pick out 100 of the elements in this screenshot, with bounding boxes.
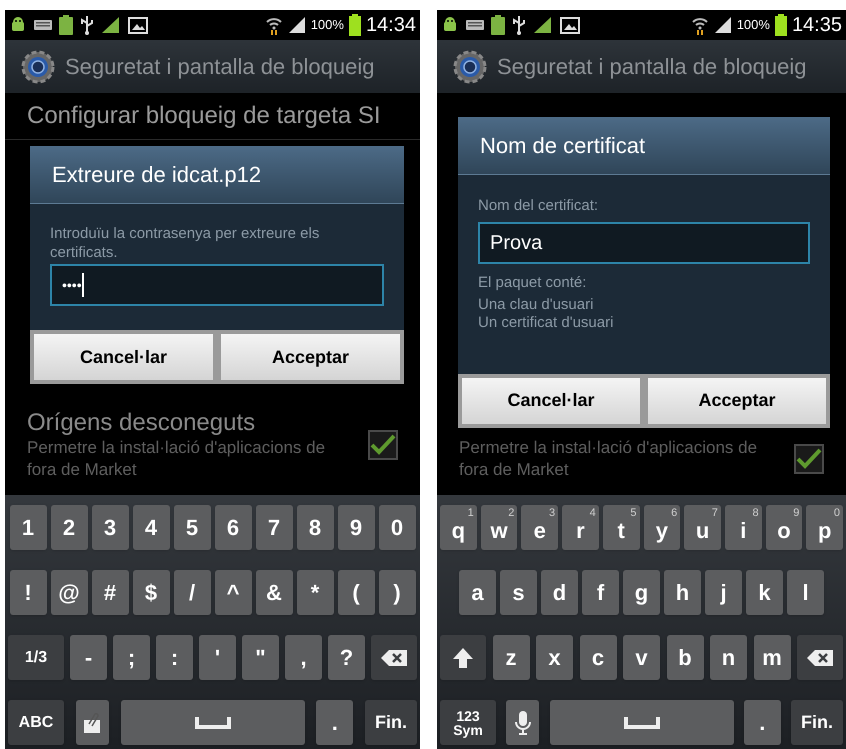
key[interactable]: 4 xyxy=(132,505,170,550)
setting-description: Permetre la instal·lació d'aplicacions de fora de Market xyxy=(27,437,326,481)
key[interactable]: # xyxy=(92,570,128,615)
key[interactable]: / xyxy=(174,570,210,615)
android-icon xyxy=(441,16,459,34)
key[interactable]: ^ xyxy=(214,570,252,615)
key[interactable]: 9 xyxy=(338,505,374,550)
clipboard-key[interactable] xyxy=(76,700,109,745)
wifi-icon xyxy=(264,15,283,35)
key[interactable]: . xyxy=(744,700,781,745)
key[interactable]: 0 p xyxy=(806,505,844,550)
network-icon xyxy=(101,16,121,34)
space-key[interactable] xyxy=(120,700,304,745)
gear-icon xyxy=(21,50,55,84)
done-key[interactable]: Fin. xyxy=(365,700,417,745)
key[interactable]: ; xyxy=(113,635,150,680)
key-hint: 4 xyxy=(590,506,596,521)
key[interactable]: d xyxy=(541,570,578,615)
backspace-icon xyxy=(381,650,407,666)
key[interactable]: 5 t xyxy=(602,505,640,550)
key[interactable]: ! xyxy=(10,570,46,615)
key[interactable]: g xyxy=(623,570,660,615)
key[interactable]: j xyxy=(705,570,742,615)
key[interactable]: @ xyxy=(50,570,88,615)
password-field[interactable]: •••• xyxy=(50,264,384,306)
key[interactable]: " xyxy=(242,635,279,680)
key[interactable]: f xyxy=(582,570,619,615)
dialog-button[interactable]: Acceptar xyxy=(221,334,400,380)
key[interactable]: $ xyxy=(132,570,170,615)
key[interactable]: 2 xyxy=(50,505,88,550)
key[interactable]: s xyxy=(500,570,537,615)
key[interactable]: & xyxy=(256,570,292,615)
key[interactable]: 7 u xyxy=(684,505,721,550)
key[interactable]: k xyxy=(746,570,783,615)
key[interactable]: c xyxy=(580,635,616,680)
battery-icon xyxy=(59,15,73,35)
checkbox[interactable] xyxy=(368,430,398,460)
key[interactable]: , xyxy=(285,635,322,680)
key[interactable]: ( xyxy=(338,570,374,615)
shift-arrow-icon xyxy=(452,646,474,668)
key[interactable]: 5 xyxy=(174,505,210,550)
backspace-key[interactable] xyxy=(371,635,417,680)
key[interactable]: 1 xyxy=(10,505,46,550)
backspace-key[interactable] xyxy=(797,635,843,680)
key[interactable]: 9 o xyxy=(766,505,802,550)
text-cursor xyxy=(82,273,84,297)
key[interactable]: n xyxy=(710,635,747,680)
space-bar-icon xyxy=(194,716,230,728)
key[interactable]: ? xyxy=(328,635,365,680)
key[interactable]: a xyxy=(459,570,496,615)
key[interactable]: 8 i xyxy=(724,505,762,550)
battery-icon xyxy=(491,15,505,35)
field-label: Nom del certificat: xyxy=(478,196,600,216)
dialog-title: Extreure de idcat.p12 xyxy=(30,146,404,204)
key[interactable]: 3 xyxy=(92,505,128,550)
key[interactable]: z xyxy=(492,635,530,680)
text-field[interactable]: Prova xyxy=(478,222,810,264)
keyboard-icon xyxy=(34,19,52,31)
key[interactable]: 6 xyxy=(214,505,252,550)
dialog-button[interactable]: Acceptar xyxy=(648,378,826,424)
key[interactable]: 4 r xyxy=(562,505,599,550)
key[interactable]: 2 w xyxy=(480,505,518,550)
key[interactable]: 8 xyxy=(296,505,334,550)
key[interactable]: x xyxy=(536,635,573,680)
key[interactable]: b xyxy=(666,635,704,680)
key[interactable]: v xyxy=(623,635,660,680)
setting-title: Orígens desconeguts xyxy=(27,409,256,437)
key[interactable]: . xyxy=(316,700,354,745)
key-hint: 2 xyxy=(508,506,514,521)
space-key[interactable] xyxy=(550,700,734,745)
key[interactable]: 6 y xyxy=(644,505,680,550)
key-hint: 7 xyxy=(712,506,718,521)
key[interactable]: 1/3 xyxy=(8,635,64,680)
key[interactable]: 123 Sym xyxy=(440,700,496,745)
dialog-button[interactable]: Cancel·lar xyxy=(34,334,213,380)
key-hint: 0 xyxy=(834,506,840,521)
done-key[interactable]: Fin. xyxy=(791,700,843,745)
key-hint: 3 xyxy=(548,506,556,521)
key-hint: 1 xyxy=(468,506,474,521)
key[interactable]: ABC xyxy=(8,700,64,745)
signal-icon xyxy=(714,16,732,34)
microphone-icon xyxy=(514,710,531,736)
key[interactable]: : xyxy=(156,635,193,680)
microphone-key[interactable] xyxy=(506,700,540,745)
key[interactable]: 3 e xyxy=(521,505,558,550)
checkbox[interactable] xyxy=(794,444,824,474)
key[interactable]: - xyxy=(70,635,107,680)
dialog-button[interactable]: Cancel·lar xyxy=(462,378,640,424)
key[interactable]: l xyxy=(787,570,824,615)
key[interactable]: 1 q xyxy=(440,505,477,550)
screen-title: Seguretat i pantalla de bloqueig xyxy=(65,53,374,81)
key[interactable]: 7 xyxy=(256,505,292,550)
key[interactable]: * xyxy=(296,570,334,615)
shift-key[interactable] xyxy=(440,635,486,680)
key[interactable]: ' xyxy=(199,635,236,680)
key[interactable]: h xyxy=(664,570,701,615)
key[interactable]: ) xyxy=(378,570,416,615)
signal-icon xyxy=(288,16,306,34)
key[interactable]: m xyxy=(754,635,790,680)
key[interactable]: 0 xyxy=(378,505,416,550)
